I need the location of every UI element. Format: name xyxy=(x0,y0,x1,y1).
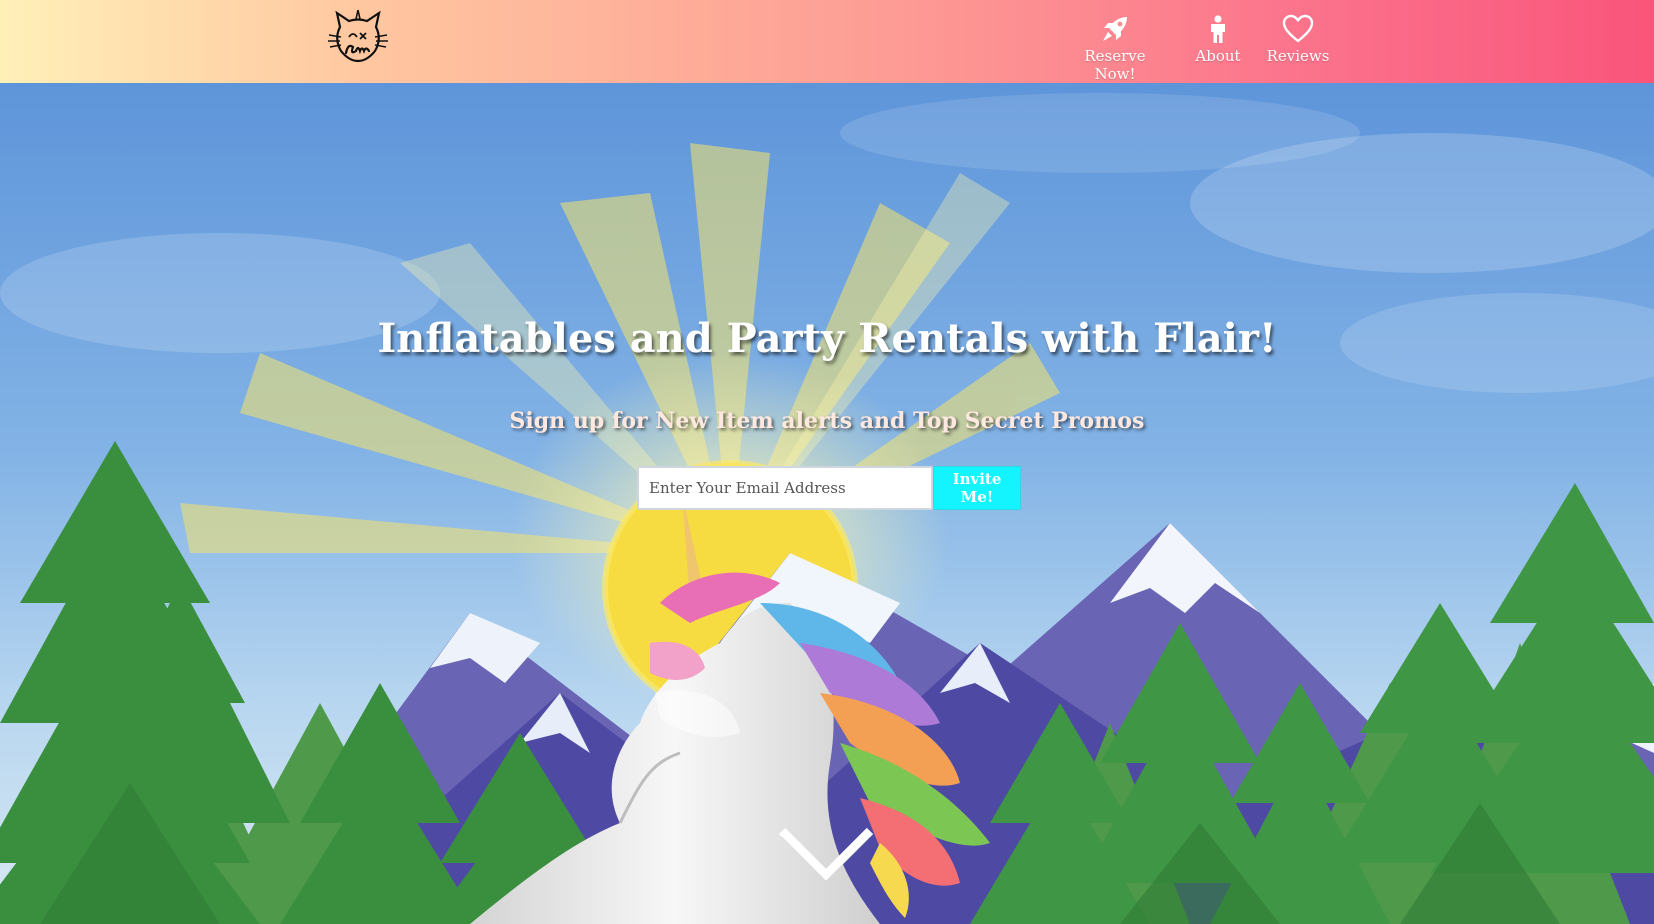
email-signup-form: Invite Me! xyxy=(637,466,1021,510)
invite-me-button[interactable]: Invite Me! xyxy=(933,466,1021,510)
hero-headline: Inflatables and Party Rentals with Flair… xyxy=(377,315,1277,362)
hero-subheadline: Sign up for New Item alerts and Top Secr… xyxy=(509,408,1145,434)
nav-reviews[interactable]: Reviews xyxy=(1262,14,1334,65)
logo[interactable] xyxy=(327,9,389,66)
hero-section: Inflatables and Party Rentals with Flair… xyxy=(0,83,1654,924)
nav-reserve-now[interactable]: Reserve Now! xyxy=(1064,14,1166,83)
email-input[interactable] xyxy=(637,466,933,510)
nav-reviews-label: Reviews xyxy=(1266,47,1330,65)
nav-reserve-label: Reserve Now! xyxy=(1084,47,1146,83)
person-icon xyxy=(1211,15,1225,43)
rocket-icon xyxy=(1103,17,1127,41)
cat-logo-icon xyxy=(328,9,388,63)
top-navbar: Reserve Now! About Reviews xyxy=(0,0,1654,83)
chevron-down-icon[interactable] xyxy=(776,823,876,889)
heart-icon xyxy=(1282,14,1314,43)
nav-about[interactable]: About xyxy=(1190,14,1246,65)
nav-about-label: About xyxy=(1195,47,1241,65)
